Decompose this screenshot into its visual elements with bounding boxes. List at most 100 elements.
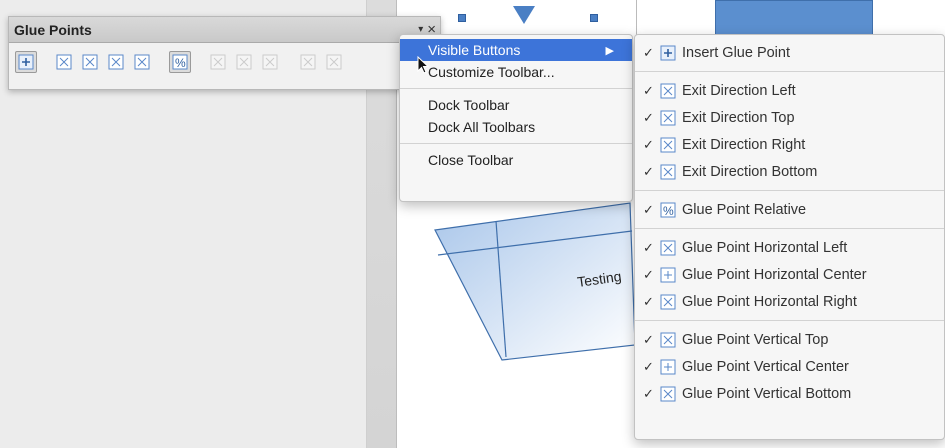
exit-right-icon xyxy=(660,137,675,152)
funnel-shape-icon xyxy=(513,6,535,24)
exit-direction-left-button[interactable] xyxy=(53,51,75,73)
insert-glue-point-icon xyxy=(18,54,34,70)
svg-text:%: % xyxy=(663,204,674,218)
menu-separator xyxy=(400,88,632,89)
insert-glue-point-icon xyxy=(660,45,675,60)
toolbar-context-menu: Visible Buttons ▶ Customize Toolbar... D… xyxy=(399,34,633,202)
check-icon: ✓ xyxy=(643,136,654,152)
submenu-item-vertical-center[interactable]: ✓ Glue Point Vertical Center xyxy=(635,353,944,380)
exit-left-icon xyxy=(660,83,675,98)
percent-icon: % xyxy=(172,54,188,70)
check-icon: ✓ xyxy=(643,239,654,255)
submenu-item-horizontal-center[interactable]: ✓ Glue Point Horizontal Center xyxy=(635,261,944,288)
menu-item-label: Close Toolbar xyxy=(428,152,514,168)
check-icon: ✓ xyxy=(643,331,654,347)
vertical-bottom-icon xyxy=(660,386,675,401)
exit-top-icon xyxy=(82,54,98,70)
check-icon: ✓ xyxy=(643,266,654,282)
menu-separator xyxy=(635,320,944,321)
vertical-top-icon xyxy=(300,54,316,70)
submenu-item-vertical-top[interactable]: ✓ Glue Point Vertical Top xyxy=(635,326,944,353)
shape-handle[interactable] xyxy=(458,14,466,22)
glue-vertical-top-button[interactable] xyxy=(297,51,319,73)
menu-item-close-toolbar[interactable]: Close Toolbar xyxy=(400,149,632,171)
exit-left-icon xyxy=(56,54,72,70)
submenu-item-label: Exit Direction Bottom xyxy=(682,163,818,180)
toolbar-title: Glue Points xyxy=(14,21,92,38)
submenu-item-label: Insert Glue Point xyxy=(682,44,790,61)
menu-item-label: Dock Toolbar xyxy=(428,97,510,113)
submenu-item-horizontal-right[interactable]: ✓ Glue Point Horizontal Right xyxy=(635,288,944,315)
submenu-item-label: Glue Point Vertical Bottom xyxy=(682,385,852,402)
menu-item-dock-toolbar[interactable]: Dock Toolbar xyxy=(400,94,632,116)
horizontal-left-icon xyxy=(210,54,226,70)
horizontal-right-icon xyxy=(660,294,675,309)
exit-direction-top-button[interactable] xyxy=(79,51,101,73)
submenu-item-exit-direction-bottom[interactable]: ✓ Exit Direction Bottom xyxy=(635,158,944,185)
menu-separator xyxy=(400,143,632,144)
exit-right-icon xyxy=(108,54,124,70)
check-icon: ✓ xyxy=(643,82,654,98)
glue-horizontal-right-button[interactable] xyxy=(259,51,281,73)
vertical-center-icon xyxy=(326,54,342,70)
glue-points-toolbar: Glue Points ▾ × % xyxy=(8,16,441,90)
submenu-item-exit-direction-left[interactable]: ✓ Exit Direction Left xyxy=(635,77,944,104)
horizontal-left-icon xyxy=(660,240,675,255)
submenu-item-label: Glue Point Relative xyxy=(682,201,807,218)
submenu-item-vertical-bottom[interactable]: ✓ Glue Point Vertical Bottom xyxy=(635,380,944,407)
glue-point-relative-button[interactable]: % xyxy=(169,51,191,73)
submenu-item-exit-direction-right[interactable]: ✓ Exit Direction Right xyxy=(635,131,944,158)
vertical-top-icon xyxy=(660,332,675,347)
submenu-item-insert-glue-point[interactable]: ✓ Insert Glue Point xyxy=(635,39,944,66)
menu-separator xyxy=(635,190,944,191)
check-icon: ✓ xyxy=(643,163,654,179)
check-icon: ✓ xyxy=(643,293,654,309)
menu-item-dock-all-toolbars[interactable]: Dock All Toolbars xyxy=(400,116,632,138)
blue-rectangle-shape[interactable] xyxy=(715,0,873,36)
menu-separator xyxy=(635,228,944,229)
exit-direction-right-button[interactable] xyxy=(105,51,127,73)
submenu-item-label: Exit Direction Left xyxy=(682,82,796,99)
mouse-cursor-icon xyxy=(417,56,430,74)
submenu-item-label: Exit Direction Top xyxy=(682,109,795,126)
check-icon: ✓ xyxy=(643,44,654,60)
menu-separator xyxy=(635,71,944,72)
horizontal-center-icon xyxy=(236,54,252,70)
exit-direction-bottom-button[interactable] xyxy=(131,51,153,73)
table-shape[interactable]: Testing xyxy=(430,195,640,395)
insert-glue-point-button[interactable] xyxy=(15,51,37,73)
check-icon: ✓ xyxy=(643,201,654,217)
percent-icon: % xyxy=(660,202,675,218)
exit-bottom-icon xyxy=(660,164,675,179)
visible-buttons-submenu: ✓ Insert Glue Point ✓ Exit Direction Lef… xyxy=(634,34,945,440)
horizontal-right-icon xyxy=(262,54,278,70)
submenu-item-horizontal-left[interactable]: ✓ Glue Point Horizontal Left xyxy=(635,234,944,261)
horizontal-center-icon xyxy=(660,267,675,282)
exit-top-icon xyxy=(660,110,675,125)
glue-vertical-center-button[interactable] xyxy=(323,51,345,73)
submenu-item-label: Glue Point Horizontal Left xyxy=(682,239,848,256)
svg-text:%: % xyxy=(175,56,186,70)
submenu-item-label: Glue Point Vertical Top xyxy=(682,331,829,348)
check-icon: ✓ xyxy=(643,358,654,374)
submenu-item-label: Exit Direction Right xyxy=(682,136,806,153)
vertical-center-icon xyxy=(660,359,675,374)
menu-item-visible-buttons[interactable]: Visible Buttons ▶ xyxy=(400,39,632,61)
submenu-item-label: Glue Point Vertical Center xyxy=(682,358,849,375)
submenu-arrow-icon: ▶ xyxy=(605,44,614,57)
menu-item-customize-toolbar[interactable]: Customize Toolbar... xyxy=(400,61,632,83)
submenu-item-label: Glue Point Horizontal Center xyxy=(682,266,867,283)
shape-handle[interactable] xyxy=(590,14,598,22)
check-icon: ✓ xyxy=(643,109,654,125)
submenu-item-glue-point-relative[interactable]: ✓ % Glue Point Relative xyxy=(635,196,944,223)
exit-bottom-icon xyxy=(134,54,150,70)
submenu-item-label: Glue Point Horizontal Right xyxy=(682,293,857,310)
submenu-item-exit-direction-top[interactable]: ✓ Exit Direction Top xyxy=(635,104,944,131)
menu-item-label: Customize Toolbar... xyxy=(428,64,555,80)
toolbar-titlebar[interactable]: Glue Points ▾ × xyxy=(9,17,440,43)
menu-item-label: Visible Buttons xyxy=(428,42,521,58)
check-icon: ✓ xyxy=(643,385,654,401)
menu-item-label: Dock All Toolbars xyxy=(428,119,536,135)
glue-horizontal-left-button[interactable] xyxy=(207,51,229,73)
glue-horizontal-center-button[interactable] xyxy=(233,51,255,73)
